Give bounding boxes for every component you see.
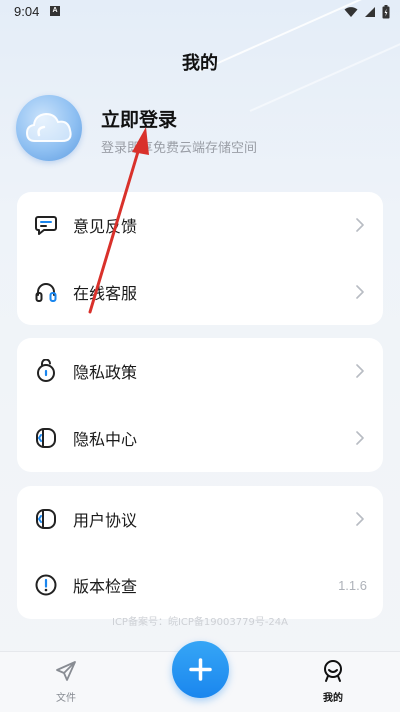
- menu-item-label: 隐私中心: [73, 430, 138, 449]
- menu-item-label: 隐私政策: [73, 363, 138, 382]
- user-agreement-icon: [36, 509, 56, 529]
- menu-item-label: 版本检查: [73, 577, 138, 596]
- chevron-right-icon: [356, 285, 364, 299]
- version-number: 1.1.6: [338, 577, 367, 593]
- menu-card-support: 意见反馈 在线客服: [17, 192, 383, 325]
- menu-item-label: 意见反馈: [73, 217, 138, 236]
- menu-item-privacy-policy[interactable]: 隐私政策: [17, 338, 383, 404]
- menu-item-feedback[interactable]: 意见反馈: [17, 192, 383, 258]
- cloud-icon: [25, 112, 72, 142]
- page-title: 我的: [182, 53, 218, 74]
- login-subtitle: 登录即享免费云端存储空间: [101, 141, 258, 156]
- menu-item-user-agreement[interactable]: 用户协议: [17, 486, 383, 552]
- icp-record-text: ICP备案号：皖ICP备19003779号-24A: [112, 617, 288, 628]
- status-icons: [344, 4, 390, 20]
- tab-files[interactable]: 文件: [36, 659, 96, 704]
- profile-icon: [324, 660, 342, 682]
- menu-item-privacy-center[interactable]: 隐私中心: [17, 405, 383, 471]
- add-button[interactable]: [172, 641, 229, 698]
- chevron-right-icon: [356, 431, 364, 445]
- menu-item-label: 在线客服: [73, 284, 138, 303]
- wifi-icon: [344, 7, 358, 17]
- feedback-icon: [35, 216, 57, 235]
- privacy-center-icon: [36, 428, 56, 448]
- status-bar: 9:04 A: [0, 0, 400, 24]
- privacy-policy-icon: [37, 359, 55, 382]
- login-button[interactable]: 立即登录: [101, 105, 177, 132]
- send-icon: [56, 661, 76, 681]
- tab-mine[interactable]: 我的: [303, 659, 363, 704]
- menu-card-about: 用户协议 版本检查 1.1.6: [17, 486, 383, 619]
- menu-item-version-check[interactable]: 版本检查 1.1.6: [17, 552, 383, 618]
- menu-item-label: 用户协议: [73, 511, 138, 530]
- menu-card-privacy: 隐私政策 隐私中心: [17, 338, 383, 472]
- signal-icon: [365, 7, 375, 17]
- avatar[interactable]: [16, 95, 82, 161]
- version-check-icon: [35, 574, 57, 596]
- headset-icon: [35, 283, 57, 302]
- chevron-right-icon: [356, 364, 364, 378]
- notification-badge-icon: A: [50, 6, 60, 16]
- tab-label: 我的: [323, 693, 343, 704]
- chevron-right-icon: [356, 512, 364, 526]
- tab-label: 文件: [56, 693, 76, 704]
- plus-icon: [189, 658, 212, 681]
- menu-item-customer-service[interactable]: 在线客服: [17, 259, 383, 325]
- battery-icon: [382, 5, 390, 19]
- chevron-right-icon: [356, 218, 364, 232]
- status-time: 9:04: [14, 4, 40, 19]
